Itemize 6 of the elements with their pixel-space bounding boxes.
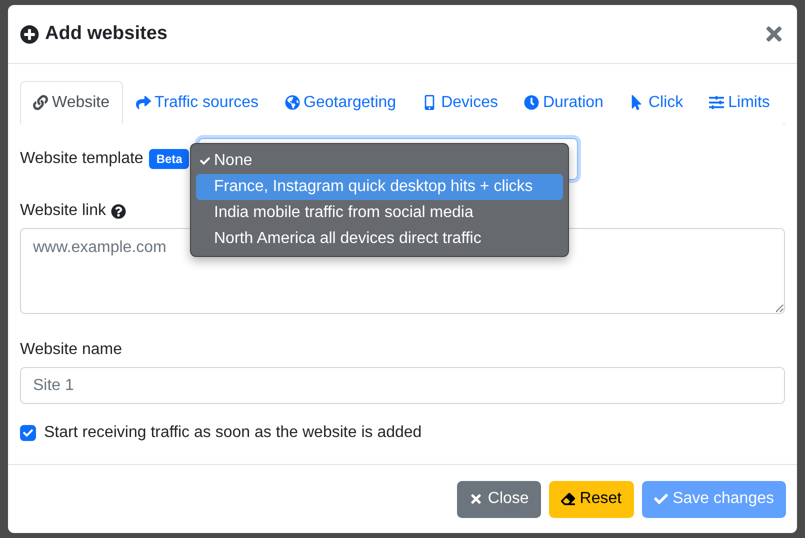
checkbox-label: Start receiving traffic as soon as the website is added — [44, 424, 422, 442]
field-label: Website template — [20, 150, 144, 168]
field-label: Website name — [20, 341, 122, 359]
beta-badge: Beta — [149, 149, 190, 169]
field-label: Website link — [20, 202, 106, 220]
dialog-title: Add websites — [20, 23, 168, 45]
